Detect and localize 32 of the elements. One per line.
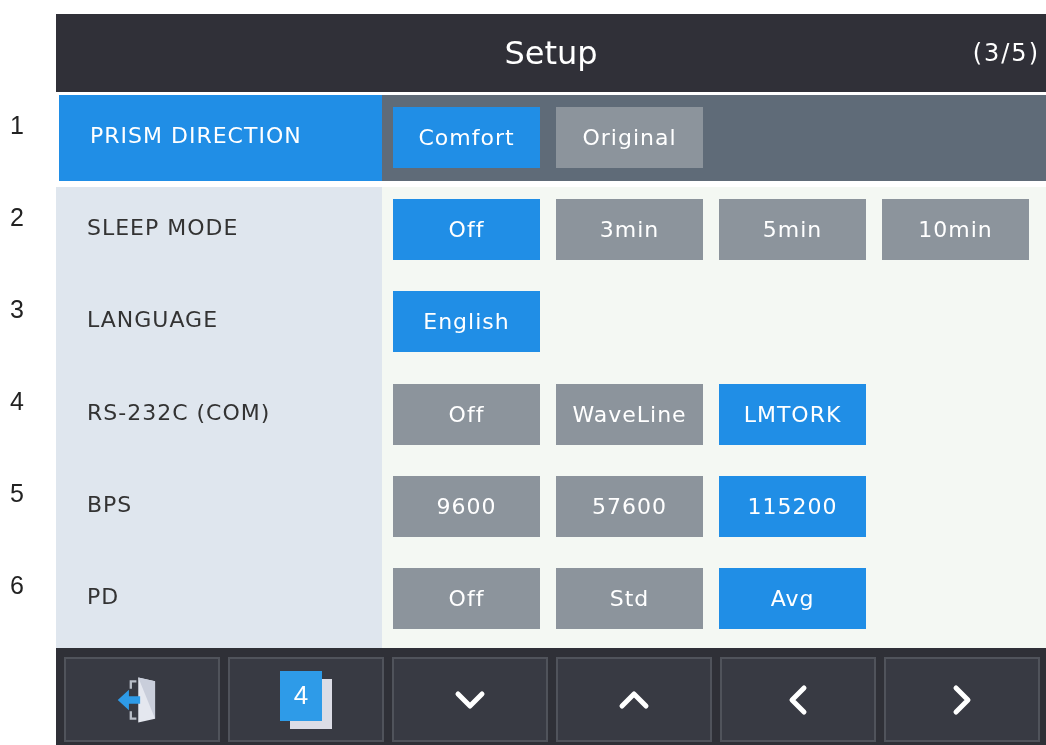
option-button[interactable]: Std [556, 567, 703, 629]
option-button[interactable]: Off [393, 567, 540, 629]
row-number: 1 [9, 110, 25, 141]
option-button[interactable]: 5min [719, 199, 866, 261]
screen-title: Setup [504, 34, 598, 72]
setting-label[interactable]: PRISM DIRECTION [59, 95, 382, 182]
row-number: 3 [9, 294, 25, 325]
row-number: 6 [9, 570, 25, 601]
row-number: 4 [9, 386, 25, 417]
option-button[interactable]: Off [393, 383, 540, 445]
row-number: 5 [9, 478, 25, 509]
option-button[interactable]: 9600 [393, 475, 540, 537]
option-button[interactable]: LMTORK [719, 383, 866, 445]
page-indicator: (3/5) [972, 39, 1040, 67]
setting-label[interactable]: RS-232C (COM) [56, 371, 382, 464]
setting-label[interactable]: PD [56, 555, 382, 649]
setting-label[interactable]: SLEEP MODE [56, 187, 382, 280]
option-button[interactable]: 115200 [719, 475, 866, 537]
setting-label[interactable]: LANGUAGE [56, 279, 382, 372]
row-number: 2 [9, 202, 25, 233]
option-button[interactable]: 3min [556, 199, 703, 261]
option-button[interactable]: English [393, 291, 540, 353]
option-button[interactable]: 57600 [556, 475, 703, 537]
option-button[interactable]: Original [556, 107, 703, 168]
toolbar-button[interactable]: 4 [228, 657, 384, 742]
option-button[interactable]: Avg [719, 567, 866, 629]
option-button[interactable]: WaveLine [556, 383, 703, 445]
option-button[interactable]: 10min [882, 199, 1029, 261]
option-button[interactable]: Comfort [393, 107, 540, 168]
option-button[interactable]: Off [393, 199, 540, 261]
toolbar-button[interactable] [64, 657, 220, 742]
setting-label[interactable]: BPS [56, 463, 382, 556]
